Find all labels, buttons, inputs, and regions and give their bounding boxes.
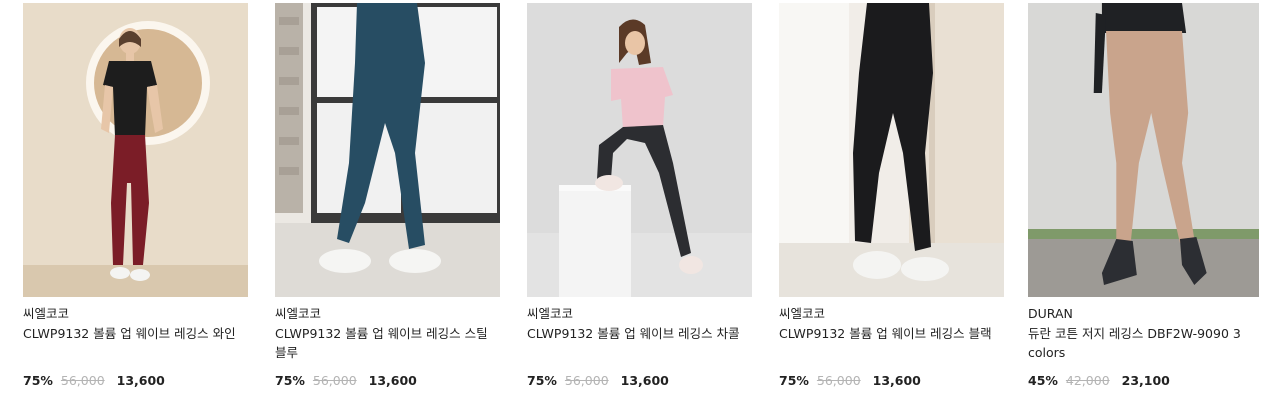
sale-price: 13,600	[116, 373, 165, 388]
product-image-steelblue[interactable]	[275, 3, 500, 297]
discount-rate: 75%	[23, 373, 53, 388]
sale-price: 13,600	[368, 373, 417, 388]
original-price: 56,000	[312, 373, 357, 388]
sale-price: 23,100	[1121, 373, 1170, 388]
product-name[interactable]: CLWP9132 볼륨 업 웨이브 레깅스 와인	[23, 324, 238, 343]
product-card-wine[interactable]: 씨엘코코 CLWP9132 볼륨 업 웨이브 레깅스 와인 75% 56,000…	[23, 0, 248, 410]
product-price: 75% 56,000 13,600	[275, 372, 417, 389]
product-price: 75% 56,000 13,600	[23, 372, 165, 389]
product-price: 75% 56,000 13,600	[779, 372, 921, 389]
sale-price: 13,600	[620, 373, 669, 388]
discount-rate: 75%	[275, 373, 305, 388]
product-brand[interactable]: 씨엘코코	[779, 305, 825, 322]
product-photo	[275, 3, 500, 297]
product-photo	[23, 3, 248, 297]
product-card-steelblue[interactable]: 씨엘코코 CLWP9132 볼륨 업 웨이브 레깅스 스틸블루 75% 56,0…	[275, 0, 500, 410]
product-name[interactable]: CLWP9132 볼륨 업 웨이브 레깅스 스틸블루	[275, 324, 490, 362]
product-grid: 씨엘코코 CLWP9132 볼륨 업 웨이브 레깅스 와인 75% 56,000…	[0, 0, 1268, 420]
original-price: 56,000	[564, 373, 609, 388]
product-photo	[779, 3, 1004, 297]
product-photo	[527, 3, 752, 297]
product-image-black[interactable]	[779, 3, 1004, 297]
product-image-beige[interactable]	[1028, 3, 1259, 297]
discount-rate: 75%	[779, 373, 809, 388]
product-name[interactable]: CLWP9132 볼륨 업 웨이브 레깅스 차콜	[527, 324, 742, 343]
original-price: 56,000	[816, 373, 861, 388]
product-name[interactable]: 듀란 코튼 저지 레깅스 DBF2W-9090 3colors	[1028, 324, 1243, 362]
product-photo	[1028, 3, 1259, 297]
original-price: 42,000	[1065, 373, 1110, 388]
product-image-wine[interactable]	[23, 3, 248, 297]
product-card-black[interactable]: 씨엘코코 CLWP9132 볼륨 업 웨이브 레깅스 블랙 75% 56,000…	[779, 0, 1004, 410]
sale-price: 13,600	[872, 373, 921, 388]
product-brand[interactable]: DURAN	[1028, 305, 1073, 322]
product-image-charcoal[interactable]	[527, 3, 752, 297]
product-brand[interactable]: 씨엘코코	[275, 305, 321, 322]
discount-rate: 75%	[527, 373, 557, 388]
product-price: 75% 56,000 13,600	[527, 372, 669, 389]
product-name[interactable]: CLWP9132 볼륨 업 웨이브 레깅스 블랙	[779, 324, 994, 343]
product-card-beige[interactable]: DURAN 듀란 코튼 저지 레깅스 DBF2W-9090 3colors 45…	[1028, 0, 1259, 410]
product-card-charcoal[interactable]: 씨엘코코 CLWP9132 볼륨 업 웨이브 레깅스 차콜 75% 56,000…	[527, 0, 752, 410]
discount-rate: 45%	[1028, 373, 1058, 388]
product-brand[interactable]: 씨엘코코	[527, 305, 573, 322]
original-price: 56,000	[60, 373, 105, 388]
product-price: 45% 42,000 23,100	[1028, 372, 1170, 389]
product-brand[interactable]: 씨엘코코	[23, 305, 69, 322]
